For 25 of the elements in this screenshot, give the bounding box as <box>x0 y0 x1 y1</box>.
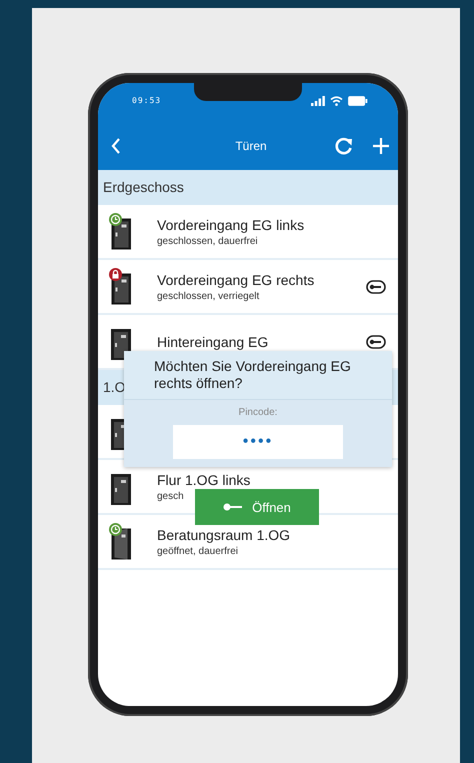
screen-title: Türen <box>235 139 267 153</box>
door-status: geöffnet, dauerfrei <box>157 546 238 556</box>
key-icon <box>223 503 244 511</box>
door-name: Flur 1.OG links <box>157 472 250 488</box>
signal-icon <box>311 96 325 106</box>
door-name: Hintereingang EG <box>157 334 268 350</box>
plus-icon <box>372 137 390 155</box>
list-row[interactable]: Vordereingang EG rechts geschlossen, verriegelt <box>98 260 398 315</box>
key-button-icon[interactable] <box>366 334 386 348</box>
wifi-icon <box>330 96 343 106</box>
door-name: Vordereingang EG rechts <box>157 272 314 288</box>
battery-icon <box>348 96 368 106</box>
door-status: geschlossen, verriegelt <box>157 290 260 302</box>
section-header: Erdgeschoss <box>98 170 398 205</box>
door-status: geschlossen, dauerfrei <box>157 236 258 246</box>
refresh-icon <box>334 136 354 156</box>
door-status: gesch <box>157 490 184 502</box>
door-name: Beratungsraum 1.OG <box>157 526 290 542</box>
back-icon <box>110 137 122 155</box>
key-button-icon[interactable] <box>366 280 386 294</box>
list-row[interactable]: Vordereingang EG links geschlossen, dauerfrei <box>98 205 398 260</box>
pincode-label: Pincode: <box>238 407 278 418</box>
pincode-field[interactable]: •••• <box>173 425 343 459</box>
clock-time: 09:53 <box>132 96 162 105</box>
door-name: Vordereingang EG links <box>157 216 304 232</box>
